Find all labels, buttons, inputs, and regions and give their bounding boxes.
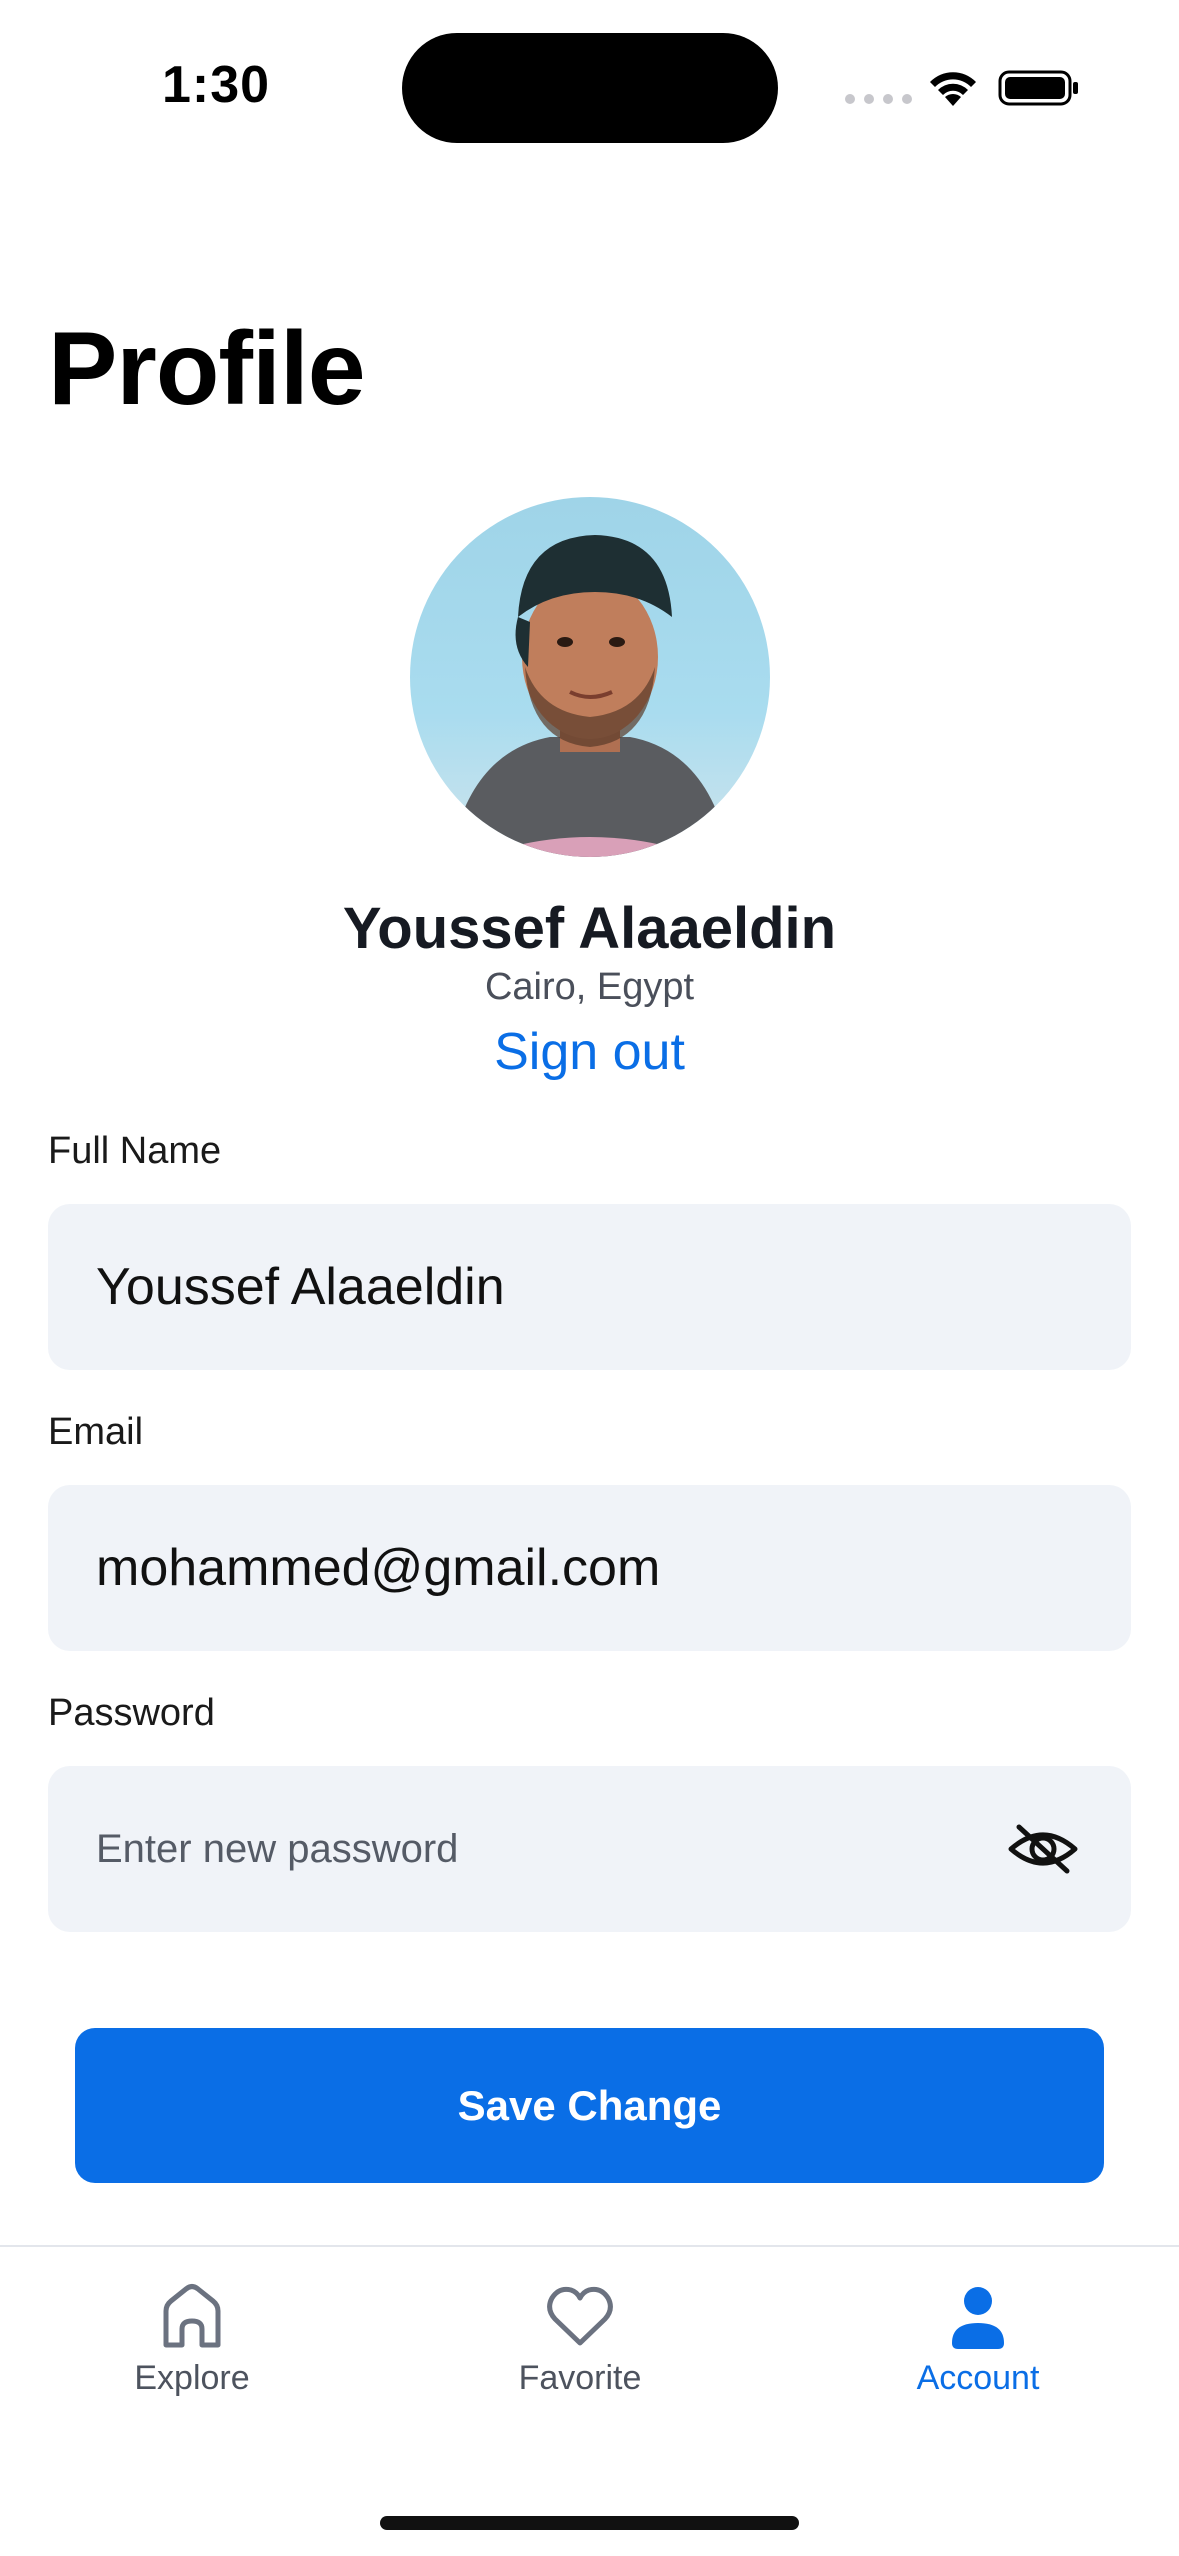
full-name-field[interactable]: Youssef Alaaeldin <box>48 1204 1131 1370</box>
avatar-photo <box>450 535 730 857</box>
sign-out-link[interactable]: Sign out <box>0 1022 1179 1082</box>
dynamic-island <box>402 33 778 143</box>
status-time: 1:30 <box>162 56 271 114</box>
save-change-button[interactable]: Save Change <box>75 2028 1104 2183</box>
full-name-label: Full Name <box>48 1130 222 1172</box>
home-icon <box>163 2284 221 2348</box>
heart-icon <box>547 2286 613 2346</box>
battery-icon <box>998 70 1078 106</box>
email-field[interactable]: mohammed@gmail.com <box>48 1485 1131 1651</box>
tab-label-favorite: Favorite <box>518 2359 642 2397</box>
tab-explore[interactable]: Explore <box>42 2247 342 2447</box>
wifi-icon <box>930 72 976 106</box>
page-title: Profile <box>48 311 366 427</box>
person-icon <box>952 2287 1004 2349</box>
tab-label-explore: Explore <box>134 2359 250 2397</box>
tab-label-account: Account <box>916 2359 1040 2397</box>
profile-location: Cairo, Egypt <box>484 966 695 1008</box>
profile-name: Youssef Alaaeldin <box>342 896 837 961</box>
password-field[interactable]: Enter new password <box>48 1766 1131 1932</box>
tab-account[interactable]: Account <box>828 2247 1128 2447</box>
profile-screen: 1:30 Profile Youssef Alaaeldin Cairo, Eg… <box>0 0 1179 2556</box>
password-placeholder: Enter new password <box>96 1826 459 1871</box>
eye-off-icon[interactable] <box>1007 1819 1079 1879</box>
email-value: mohammed@gmail.com <box>96 1539 661 1597</box>
tab-favorite[interactable]: Favorite <box>430 2247 730 2447</box>
email-label: Email <box>48 1411 144 1453</box>
avatar[interactable] <box>410 497 770 857</box>
full-name-value: Youssef Alaaeldin <box>96 1258 505 1316</box>
cellular-signal-icon <box>845 94 912 104</box>
password-label: Password <box>48 1692 215 1734</box>
home-indicator <box>380 2516 799 2530</box>
tab-bar: Explore Favorite Account <box>0 2245 1179 2556</box>
